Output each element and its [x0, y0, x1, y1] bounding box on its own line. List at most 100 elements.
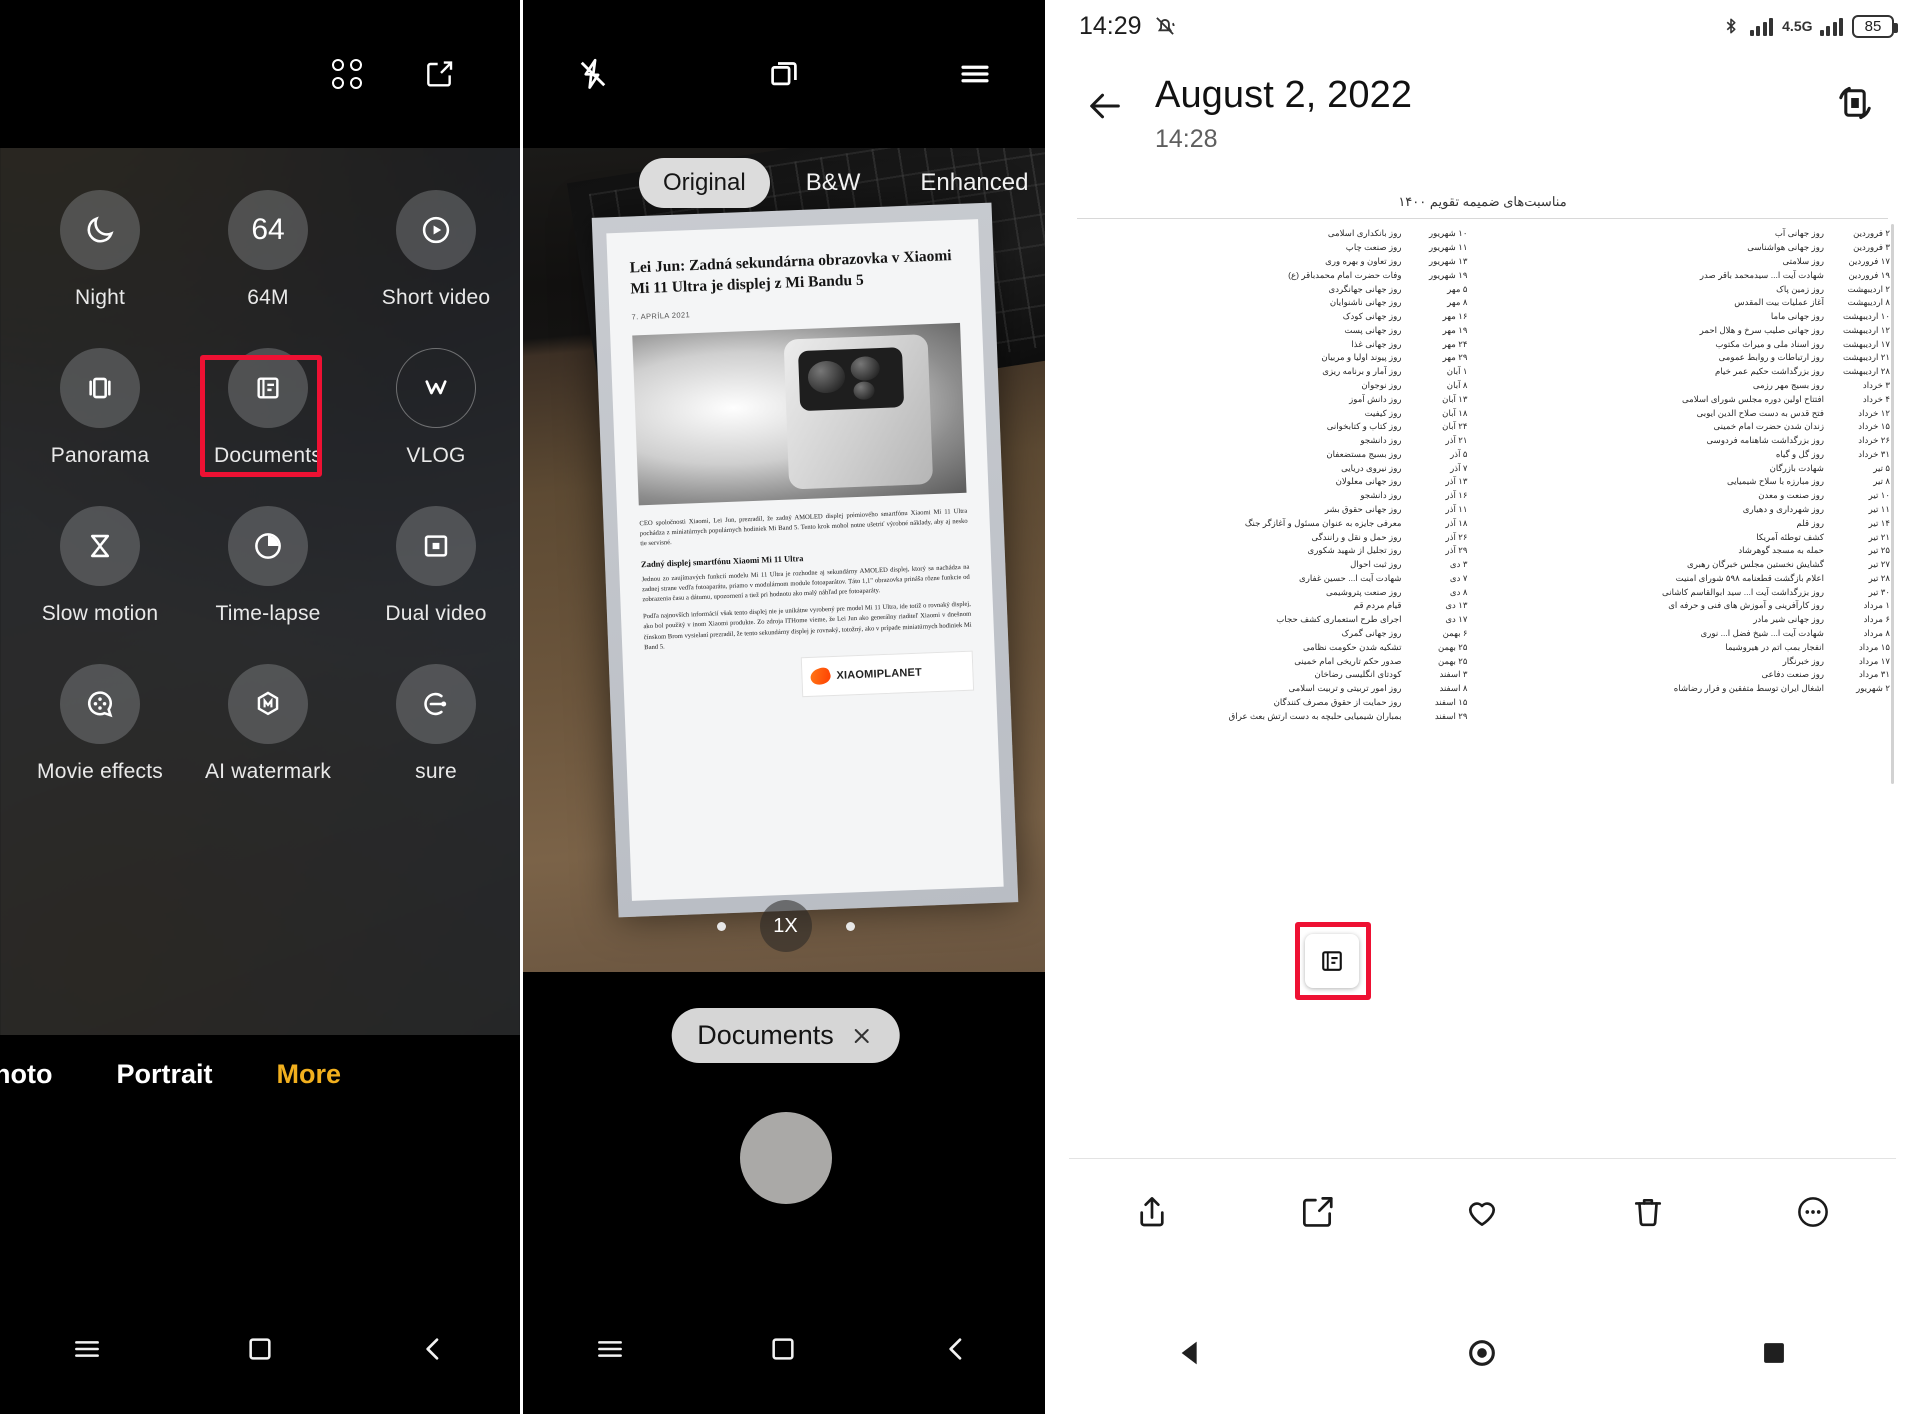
calendar-row: ۱۵ خرداد زندان شدن حضرت امام خمینی	[1492, 420, 1897, 434]
nav-home-icon[interactable]	[767, 1333, 799, 1365]
triangle-back-icon[interactable]	[1174, 1336, 1208, 1370]
mode-label: Dual video	[385, 602, 487, 625]
layers-stack-icon[interactable]	[766, 56, 802, 92]
calendar-row: ۵ تیر شهادت بازرگان	[1492, 461, 1897, 475]
calendar-date: ۱۱ شهریور	[1428, 242, 1468, 253]
calendar-row: ۶ بهمن روز جهانی گمرک	[1069, 627, 1474, 641]
nav-menu-icon[interactable]	[594, 1333, 626, 1365]
calendar-date: ۲۹ مهر	[1442, 352, 1468, 363]
document-headline: Lei Jun: Zadná sekundárna obrazovka v Xi…	[629, 247, 952, 298]
grid-view-icon[interactable]	[324, 51, 370, 97]
close-icon[interactable]	[850, 1024, 874, 1048]
mode-tab-portrait[interactable]: Portrait	[116, 1059, 212, 1090]
favorite-button[interactable]	[1454, 1184, 1510, 1240]
mode-dual-video[interactable]: Dual video	[352, 506, 520, 626]
mode-night[interactable]: Night	[16, 190, 184, 310]
hamburger-menu-icon[interactable]	[957, 56, 993, 92]
calendar-date: ۲۷ تیر	[1868, 559, 1890, 570]
circle-home-icon[interactable]	[1465, 1336, 1499, 1370]
calendar-event: روز جهانی غذا	[1351, 338, 1402, 349]
mode-tab-more[interactable]: More	[277, 1059, 342, 1090]
bell-muted-icon	[1155, 17, 1175, 35]
nav-home-icon[interactable]	[244, 1333, 276, 1365]
battery-indicator: 85	[1852, 14, 1898, 38]
calendar-row: ۱۵ مرداد انفجار بمب اتم در هیروشیما	[1492, 640, 1897, 654]
calendar-date: ۱۳ دی	[1445, 600, 1468, 611]
nav-back-icon[interactable]	[417, 1333, 449, 1365]
mode-label: Short video	[381, 286, 491, 309]
calendar-event: اشغال ایران توسط متفقین و فرار رضاشاه	[1673, 683, 1824, 694]
calendar-row: ۸ اردیبهشت آغاز عملیات بیت المقدس	[1492, 296, 1897, 310]
calendar-row: ۲۶ خرداد روز بزرگداشت شاهنامه فردوسی	[1492, 434, 1897, 448]
calendar-row: ۸ تیر روز مبارزه با سلاح شیمیایی	[1492, 475, 1897, 489]
ai-watermark-icon	[228, 664, 308, 744]
calendar-row: ۱۳ آذر روز جهانی معلولان	[1069, 475, 1474, 489]
mode-short-video[interactable]: Short video	[352, 190, 520, 310]
mode-long-exposure[interactable]: sure	[352, 664, 520, 784]
title-divider	[1077, 218, 1888, 219]
back-arrow-icon[interactable]	[1079, 80, 1131, 132]
calendar-event: روز بزرگداشت حکیم عمر خیام	[1715, 366, 1824, 377]
nav-menu-icon[interactable]	[71, 1333, 103, 1365]
active-mode-chip-documents[interactable]: Documents	[671, 1008, 900, 1063]
document-scan-icon[interactable]	[1305, 934, 1359, 988]
calendar-row: ۱۵ اسفند روز حمایت از حقوق مصرف کنندگان	[1069, 696, 1474, 710]
edit-button[interactable]	[1289, 1184, 1345, 1240]
edit-compose-icon[interactable]	[416, 51, 462, 97]
rotate-screen-icon[interactable]	[1832, 80, 1886, 134]
mode-label: sure	[415, 760, 457, 783]
moon-icon	[60, 190, 140, 270]
calendar-event: شهادت آیت ا... شیخ فضل ا... نوری	[1700, 628, 1824, 639]
share-button[interactable]	[1124, 1184, 1180, 1240]
mode-64m[interactable]: 64 64M	[184, 190, 352, 310]
filter-chip-bw[interactable]: B&W	[782, 158, 885, 208]
mode-panorama[interactable]: Panorama	[16, 348, 184, 468]
mode-vlog[interactable]: VLOG	[352, 348, 520, 468]
signal-bars-sim2-icon	[1819, 16, 1843, 36]
calendar-date: ۲۱ آذر	[1445, 435, 1468, 446]
calendar-date: ۱۸ آذر	[1445, 517, 1468, 528]
dual-video-icon	[396, 506, 476, 586]
calendar-row: ۲۱ تیر کشف توطئه آمریکا	[1492, 530, 1897, 544]
zoom-dot-right[interactable]	[845, 921, 855, 931]
delete-button[interactable]	[1620, 1184, 1676, 1240]
square-recents-icon[interactable]	[1757, 1336, 1791, 1370]
more-button[interactable]	[1785, 1184, 1841, 1240]
calendar-event: روز صنعت پتروشیمی	[1325, 586, 1402, 597]
filter-chip-enhanced[interactable]: Enhanced	[896, 158, 1045, 208]
mode-ai-watermark[interactable]: AI watermark	[184, 664, 352, 784]
filter-chip-original[interactable]: Original	[639, 158, 770, 208]
nav-back-icon[interactable]	[940, 1333, 972, 1365]
calendar-date: ۸ مرداد	[1863, 628, 1890, 639]
shutter-button[interactable]	[739, 1112, 832, 1204]
camera-viewfinder[interactable]: Original B&W Enhanced Lei Jun: Zadná sek…	[523, 148, 1045, 972]
calendar-row: ۱۰ اردیبهشت روز جهانی ماما	[1492, 310, 1897, 324]
flash-off-icon[interactable]	[575, 56, 611, 92]
mode-tab-photo[interactable]: hoto	[0, 1059, 52, 1090]
mode-time-lapse[interactable]: Time-lapse	[184, 506, 352, 626]
calendar-event: روز پیوند اولیا و مربیان	[1321, 352, 1402, 363]
zoom-level-button[interactable]: 1X	[759, 900, 812, 952]
calendar-row: ۱۳ آبان روز دانش آموز	[1069, 392, 1474, 406]
mode-slow-motion[interactable]: Slow motion	[16, 506, 184, 626]
timelapse-icon	[228, 506, 308, 586]
panorama-icon	[60, 348, 140, 428]
mode-movie-effects[interactable]: Movie effects	[16, 664, 184, 784]
calendar-row: ۱۱ آذر روز جهانی حقوق بشر	[1069, 503, 1474, 517]
document-scrollbar[interactable]	[1891, 224, 1894, 784]
calendar-row: ۱۸ آذر معرفی جایزه به عنوان مسئول و آغازگ…	[1069, 516, 1474, 530]
scanned-calendar-document[interactable]: مناسبت‌های ضمیمه تقویم ۱۴۰۰ ۲ فروردین روز…	[1069, 184, 1896, 1014]
mode-documents[interactable]: Documents	[184, 348, 352, 468]
calendar-date: ۱۲ خرداد	[1858, 407, 1890, 418]
calendar-date: ۲۵ بهمن	[1438, 641, 1468, 652]
mode-label: AI watermark	[204, 760, 332, 783]
calendar-row: ۲۴ مهر روز جهانی غذا	[1069, 337, 1474, 351]
camera-modes-grid: Night 64 64M Short video Panorama Docume…	[0, 190, 520, 784]
calendar-row: ۳۱ خرداد روز گل و گیاه	[1492, 448, 1897, 462]
android-navbar-1	[0, 1284, 520, 1414]
calendar-event: بمباران شیمیایی حلبچه به دست ارتش بعث عر…	[1228, 710, 1402, 721]
calendar-event: روز صنعت چاپ	[1345, 242, 1402, 253]
calendar-row: ۸ دی روز صنعت پتروشیمی	[1069, 585, 1474, 599]
calendar-event: روز بسیج مستضعفان	[1326, 448, 1402, 459]
zoom-dot-left[interactable]	[716, 921, 726, 931]
